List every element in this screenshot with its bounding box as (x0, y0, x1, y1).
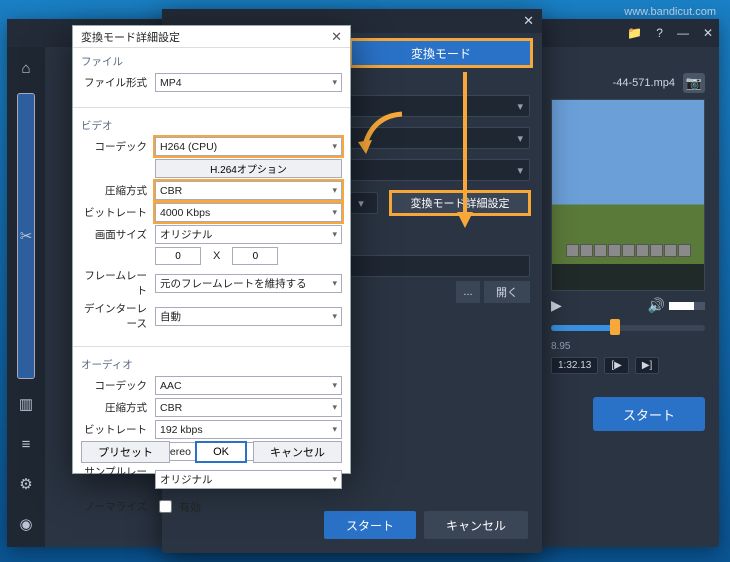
audio-codec-label: コーデック (81, 378, 151, 393)
cut-icon[interactable]: ✂ (17, 93, 35, 379)
audio-section-title: オーディオ (81, 357, 342, 372)
audio-codec-select-dlg[interactable]: AAC▾ (155, 376, 342, 395)
samplerate-label: サンプルレート (81, 464, 151, 494)
audio-bitrate-select[interactable]: 192 kbps▾ (155, 420, 342, 439)
home-icon[interactable]: ⌂ (17, 59, 35, 77)
video-compress-label: 圧縮方式 (81, 183, 151, 198)
export-cancel-button[interactable]: キャンセル (424, 511, 528, 539)
ok-button[interactable]: OK (195, 441, 247, 463)
speaker-icon[interactable]: 🔊 (648, 297, 665, 314)
file-section-title: ファイル (81, 54, 342, 69)
seek-slider[interactable] (551, 325, 705, 331)
mark-in-icon[interactable]: [▶ (604, 357, 628, 374)
gear-icon[interactable]: ⚙ (17, 475, 35, 493)
x-separator: X (205, 250, 228, 262)
help-icon[interactable]: ? (656, 26, 663, 40)
play-icon[interactable]: ▶ (551, 297, 562, 314)
close-icon[interactable]: ✕ (703, 26, 713, 40)
timeline-icon[interactable]: ▥ (17, 395, 35, 413)
framerate-select[interactable]: 元のフレームレートを維持する▾ (155, 274, 342, 293)
dialog-title: 変換モード詳細設定 (81, 29, 180, 45)
volume-control[interactable]: 🔊 (648, 297, 705, 314)
samplerate-select[interactable]: オリジナル▾ (155, 470, 342, 489)
preset-button[interactable]: プリセット (81, 441, 170, 463)
deinterlace-select[interactable]: 自動▾ (155, 307, 342, 326)
video-preview[interactable] (551, 99, 705, 291)
framerate-label: フレームレート (81, 268, 151, 298)
list-icon[interactable]: ≡ (17, 435, 35, 453)
export-close-icon[interactable]: ✕ (523, 13, 534, 29)
filename-label: -44-571.mp4 (613, 77, 675, 89)
open-folder-button[interactable]: 開く (484, 281, 530, 303)
seek-thumb[interactable] (610, 319, 620, 335)
advanced-encode-dialog: 変換モード詳細設定 ✕ ファイル ファイル形式 MP4▾ ビデオ コーデック H… (72, 25, 351, 474)
mark-out-icon[interactable]: ▶] (635, 357, 659, 374)
normalize-value: 有効 (179, 499, 201, 515)
advanced-settings-button[interactable]: 変換モード詳細設定 (390, 191, 530, 215)
cancel-button[interactable]: キャンセル (253, 441, 342, 463)
audio-compress-label: 圧縮方式 (81, 400, 151, 415)
normalize-label: ノーマライズ (81, 499, 151, 514)
audio-compress-select[interactable]: CBR▾ (155, 398, 342, 417)
video-size-select[interactable]: オリジナル▾ (155, 225, 342, 244)
camera-icon[interactable]: 📷 (683, 73, 705, 93)
video-bitrate-label: ビットレート (81, 205, 151, 220)
minimize-icon[interactable]: — (677, 26, 689, 40)
dialog-titlebar: 変換モード詳細設定 ✕ (73, 26, 350, 48)
video-codec-label: コーデック (81, 139, 151, 154)
stat-text: 8.95 (551, 341, 705, 352)
tab-encode-mode[interactable]: 変換モード (350, 39, 532, 67)
open-folder-icon[interactable]: 📁 (627, 26, 642, 40)
file-row: -44-571.mp4 📷 (613, 73, 705, 93)
file-format-label: ファイル形式 (81, 75, 151, 90)
h264-options-button[interactable]: H.264オプション (155, 159, 342, 178)
tool-sidebar: ⌂ ✂ ▥ ≡ ⚙ ◉ (7, 47, 45, 547)
video-size-label: 画面サイズ (81, 227, 151, 242)
timecode-value: 1:32.13 (551, 357, 598, 374)
watermark-text: www.bandicut.com (624, 6, 716, 18)
timecode-row: 1:32.13 [▶ ▶] (551, 357, 705, 374)
video-codec-select-dlg[interactable]: H264 (CPU)▾ (155, 137, 342, 156)
dialog-close-icon[interactable]: ✕ (331, 29, 342, 45)
video-bitrate-select[interactable]: 4000 Kbps▾ (155, 203, 342, 222)
video-height-field[interactable] (232, 247, 278, 265)
playback-bar: ▶ 🔊 (551, 297, 705, 314)
file-format-select[interactable]: MP4▾ (155, 73, 342, 92)
browse-dots-button[interactable]: ... (456, 281, 480, 303)
video-compress-select[interactable]: CBR▾ (155, 181, 342, 200)
deinterlace-label: デインターレース (81, 301, 151, 331)
editor-start-button[interactable]: スタート (593, 397, 705, 431)
normalize-checkbox[interactable] (159, 500, 172, 513)
video-section-title: ビデオ (81, 118, 342, 133)
video-width-field[interactable] (155, 247, 201, 265)
audio-bitrate-label: ビットレート (81, 422, 151, 437)
record-icon[interactable]: ◉ (17, 515, 35, 533)
